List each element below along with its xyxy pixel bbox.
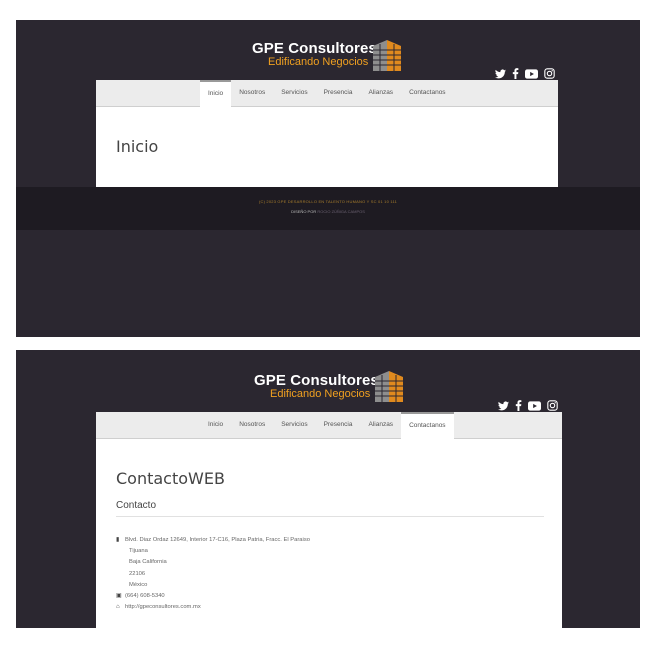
nav-presencia[interactable]: Presencia <box>316 80 361 106</box>
footer-credits-prefix: DISEÑO POR <box>291 209 317 214</box>
footer-credits: DISEÑO POR ROCIO ZÚÑIGA CAMPOS <box>16 209 640 214</box>
nav-presencia[interactable]: Presencia <box>316 412 361 438</box>
screenshot-inicio: GPE Consultores Edificando Negocios Inic… <box>16 20 640 337</box>
nav-alianzas[interactable]: Alianzas <box>360 80 401 106</box>
nav-alianzas[interactable]: Alianzas <box>360 412 401 438</box>
main-content: ContactoWEB Contacto ▮ Blvd. Diaz Ordaz … <box>96 439 562 628</box>
section-divider <box>116 516 544 517</box>
page-title: ContactoWEB <box>116 469 225 488</box>
footer-designer-link[interactable]: ROCIO ZÚÑIGA CAMPOS <box>317 209 365 214</box>
nav-nosotros[interactable]: Nosotros <box>231 412 273 438</box>
section-title: Contacto <box>116 500 157 511</box>
home-icon: ⌂ <box>116 604 120 611</box>
nav-contactanos[interactable]: Contactanos <box>401 80 454 106</box>
nav-inicio[interactable]: Inicio <box>200 412 231 438</box>
address-zip: 22106 <box>129 570 146 577</box>
nav-servicios[interactable]: Servicios <box>273 412 315 438</box>
page-title: Inicio <box>116 137 159 156</box>
address-city: Tijuana <box>129 548 148 555</box>
brand-tagline: Edificando Negocios <box>268 56 369 68</box>
address-country: México <box>129 581 148 588</box>
main-nav: Inicio Nosotros Servicios Presencia Alia… <box>96 412 562 440</box>
brand-title: GPE Consultores <box>252 40 377 57</box>
address-line: Blvd. Diaz Ordaz 12649, Interior 17-C16,… <box>125 537 310 543</box>
website-link[interactable]: http://gpeconsultores.com.mx <box>125 602 201 613</box>
footer-copyright: (C) 2023 GPE DESARROLLO EN TALENTO HUMAN… <box>258 199 398 204</box>
building-logo-icon <box>375 371 403 402</box>
building-logo-icon <box>373 40 401 71</box>
nav-contactanos[interactable]: Contactanos <box>401 412 454 440</box>
nav-nosotros[interactable]: Nosotros <box>231 80 273 106</box>
phone-icon: ▣ <box>116 593 122 600</box>
main-content: Inicio <box>96 107 558 187</box>
phone-number[interactable]: (664) 608-5340 <box>125 591 165 602</box>
brand-tagline: Edificando Negocios <box>270 388 371 400</box>
brand-title: GPE Consultores <box>254 372 379 389</box>
contact-details: ▮ Blvd. Diaz Ordaz 12649, Interior 17-C1… <box>116 535 310 613</box>
nav-inicio[interactable]: Inicio <box>200 80 232 108</box>
screenshot-contacto: GPE Consultores Edificando Negocios Inic… <box>16 350 640 628</box>
nav-servicios[interactable]: Servicios <box>273 80 315 106</box>
footer: (C) 2023 GPE DESARROLLO EN TALENTO HUMAN… <box>16 187 640 230</box>
address-state: Baja California <box>129 559 167 566</box>
building-icon: ▮ <box>116 537 120 543</box>
main-nav: Inicio Nosotros Servicios Presencia Alia… <box>96 80 558 108</box>
